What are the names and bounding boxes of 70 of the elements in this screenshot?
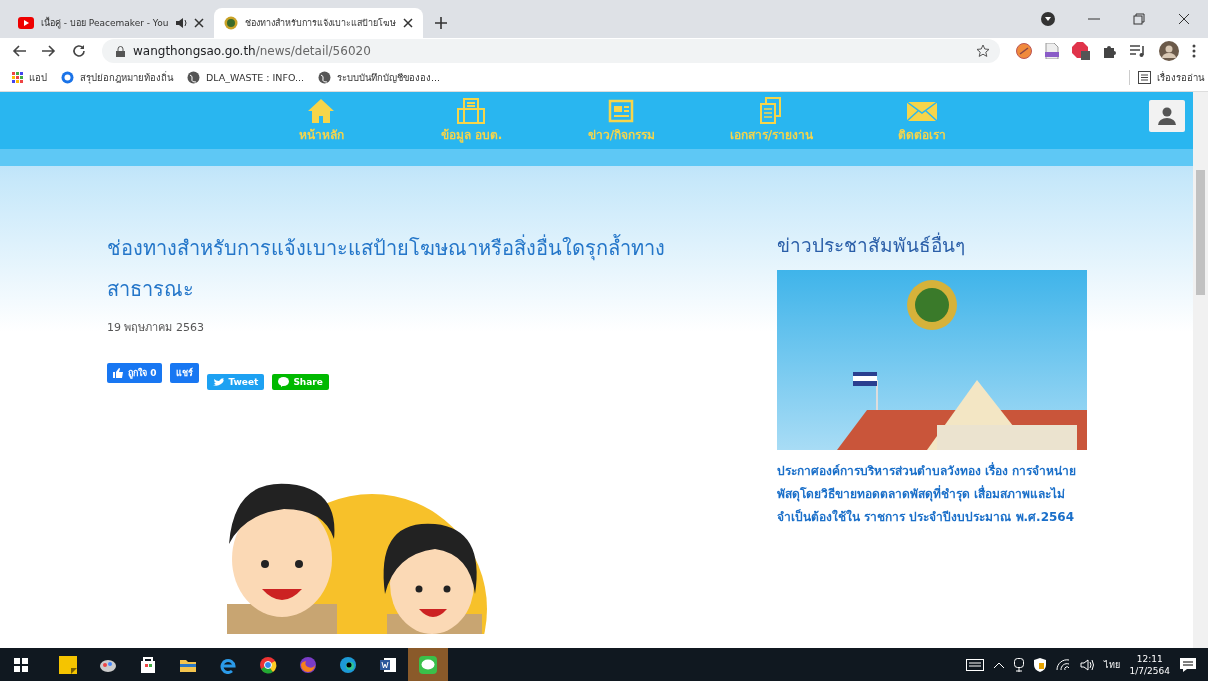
globe-icon	[187, 71, 200, 84]
person-icon	[1158, 107, 1176, 125]
pdf-file-icon[interactable]	[1045, 43, 1059, 59]
article-date: 19 พฤษภาคม 2563	[107, 320, 205, 336]
chat-bubble-icon	[278, 377, 290, 387]
sidebar-heading: ข่าวประชาสัมพันธ์อื่นๆ	[777, 231, 966, 258]
bookmark[interactable]: สรุปย่อกฎหมายท้องถิ่น	[61, 70, 173, 85]
plus-icon[interactable]	[435, 17, 448, 29]
playlist-icon[interactable]	[1130, 44, 1146, 58]
windows-start-icon[interactable]	[14, 657, 28, 672]
fox-icon[interactable]	[299, 655, 317, 674]
user-button[interactable]	[1149, 100, 1185, 132]
sticky-note-icon[interactable]	[59, 655, 77, 674]
edge-icon[interactable]	[339, 655, 357, 674]
video-play-icon	[18, 17, 34, 29]
no-entry-icon[interactable]	[1016, 43, 1032, 59]
more-menu-icon[interactable]	[1192, 44, 1196, 58]
word-doc-icon[interactable]	[379, 655, 397, 674]
close-icon[interactable]	[403, 18, 414, 28]
notification-icon[interactable]	[1180, 657, 1196, 672]
circle-logo-icon	[61, 71, 74, 84]
clock-date: 1/7/2564	[1129, 664, 1170, 677]
wifi-icon[interactable]	[1055, 658, 1070, 671]
share-button[interactable]: Share	[272, 374, 329, 390]
building-icon	[455, 97, 488, 125]
chat-app-icon[interactable]	[419, 655, 437, 674]
bookmark[interactable]: ระบบบันทึกบัญชีขององ...	[318, 70, 441, 85]
list-icon	[1138, 71, 1151, 84]
camera-icon[interactable]	[1013, 657, 1024, 672]
close-icon[interactable]	[1178, 13, 1190, 25]
chevron-up-icon[interactable]	[993, 661, 1004, 668]
reload-icon[interactable]	[72, 44, 86, 58]
like-button[interactable]: ถูกใจ 0	[107, 363, 163, 383]
tab-title: เนื้อคู่ - บอย Peacemaker - You	[41, 16, 169, 30]
lock-icon	[116, 45, 125, 57]
grid-icon	[12, 72, 23, 83]
address-bar[interactable]: wangthongsao.go.th/news/detail/56020	[102, 39, 1000, 63]
clock-time: 12:11	[1136, 652, 1163, 665]
tweet-button[interactable]: Tweet	[207, 374, 265, 390]
stop-sign-icon[interactable]	[1072, 42, 1090, 60]
emblem-icon	[224, 16, 239, 30]
shopping-bag-icon[interactable]	[139, 655, 157, 674]
speaker-icon[interactable]	[1079, 658, 1094, 671]
forward-arrow-icon[interactable]	[42, 44, 56, 58]
language-indicator[interactable]: ไทย	[1103, 657, 1120, 672]
close-icon[interactable]	[194, 18, 205, 28]
share-button[interactable]: แชร์	[170, 363, 200, 383]
browser-tab[interactable]: ช่องทางสำหรับการแจ้งเบาะแสป้ายโฆษ	[214, 8, 424, 38]
scrollbar[interactable]	[1193, 92, 1208, 648]
shield-icon[interactable]	[1033, 657, 1046, 672]
restore-icon[interactable]	[1133, 13, 1145, 25]
news-link[interactable]: ประกาศองค์การบริหารส่วนตำบลวังทอง เรื่อง การจำหน่ายพัสดุโดยวิธีขายทอดตลาดพัสดุที่ชำรุด เสื่อมสภาพและไม่จำเป็นต้องใช้ใน ราชการ ประจำปีงบประมาณ พ.ศ.2564	[777, 460, 1087, 529]
thumbs-up-icon	[113, 368, 124, 378]
bird-icon	[213, 377, 225, 387]
back-arrow-icon[interactable]	[12, 44, 26, 58]
chrome-icon[interactable]	[259, 655, 277, 674]
puzzle-icon[interactable]	[1103, 44, 1117, 58]
avatar-icon[interactable]	[1159, 41, 1179, 61]
globe-icon	[318, 71, 332, 84]
article-title: ช่องทางสำหรับการแจ้งเบาะแสป้ายโฆษณาหรือสิ่งอื่นใดรุกล้ำทาง สาธารณะ	[107, 233, 666, 303]
bookmark[interactable]: แอป	[12, 70, 47, 85]
browser-tab[interactable]: เนื้อคู่ - บอย Peacemaker - You	[8, 8, 215, 38]
keyboard-icon[interactable]	[965, 658, 984, 671]
tab-title: ช่องทางสำหรับการแจ้งเบาะแสป้ายโฆษ	[245, 17, 397, 30]
url-text: wangthongsao.go.th/news/detail/56020	[133, 44, 372, 58]
star-icon[interactable]	[976, 44, 990, 58]
reading-list-button[interactable]: เรื่องรออ่าน	[1129, 70, 1208, 85]
bookmark[interactable]: DLA_WASTE : INFO...	[187, 71, 305, 84]
scroll-thumb[interactable]	[1196, 170, 1205, 295]
dropdown-icon[interactable]	[1041, 12, 1055, 26]
